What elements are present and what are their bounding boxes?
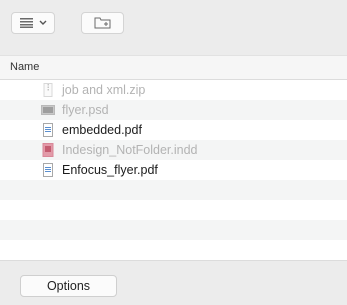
- empty-row: [0, 220, 347, 240]
- pdf-file-icon: [43, 163, 53, 177]
- chevron-down-icon: [39, 20, 46, 25]
- file-row[interactable]: Indesign_NotFolder.indd: [0, 140, 347, 160]
- name-column-header[interactable]: Name: [0, 56, 347, 80]
- empty-row: [0, 200, 347, 220]
- psd-file-icon: [41, 105, 55, 115]
- file-row[interactable]: embedded.pdf: [0, 120, 347, 140]
- toolbar: [0, 0, 347, 56]
- pdf-file-icon: [43, 123, 53, 137]
- file-row[interactable]: Enfocus_flyer.pdf: [0, 160, 347, 180]
- file-name: Enfocus_flyer.pdf: [62, 163, 158, 177]
- new-folder-icon: [94, 17, 111, 29]
- file-row[interactable]: flyer.psd: [0, 100, 347, 120]
- list-view-icon: [19, 18, 33, 28]
- empty-row: [0, 240, 347, 260]
- indd-file-icon: [42, 143, 54, 157]
- zip-file-icon: [43, 83, 53, 97]
- file-name: Indesign_NotFolder.indd: [62, 143, 198, 157]
- new-folder-button[interactable]: [81, 12, 124, 34]
- empty-row: [0, 180, 347, 200]
- file-row[interactable]: job and xml.zip: [0, 80, 347, 100]
- options-button[interactable]: Options: [20, 275, 117, 297]
- file-name: flyer.psd: [62, 103, 109, 117]
- footer-bar: Options: [0, 260, 347, 305]
- file-name: embedded.pdf: [62, 123, 142, 137]
- view-mode-button[interactable]: [11, 12, 55, 34]
- file-list: job and xml.zip flyer.psd embedded.pdf I…: [0, 80, 347, 260]
- file-name: job and xml.zip: [62, 83, 146, 97]
